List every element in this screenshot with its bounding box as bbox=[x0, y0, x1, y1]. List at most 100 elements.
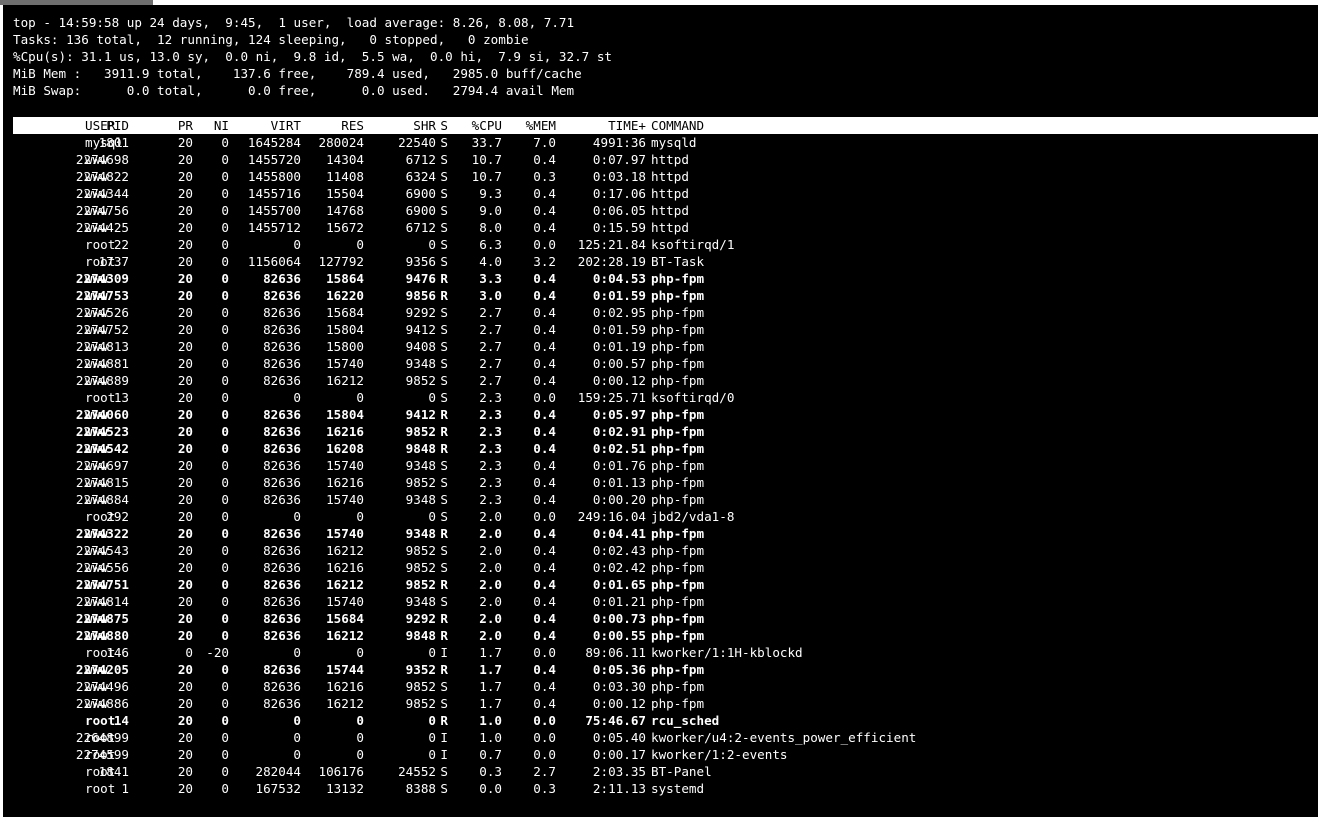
process-ni: 0 bbox=[221, 560, 229, 575]
process-shr: 24552 bbox=[398, 764, 436, 779]
process-time: 0:02.43 bbox=[592, 543, 646, 558]
process-virt: 1455720 bbox=[247, 152, 301, 167]
process-res: 0 bbox=[356, 509, 364, 524]
process-res: 16220 bbox=[326, 288, 364, 303]
process-res: 280024 bbox=[318, 135, 365, 150]
process-virt: 1455800 bbox=[247, 169, 301, 184]
process-shr: 0 bbox=[428, 713, 436, 728]
process-res: 0 bbox=[356, 237, 364, 252]
process-cpu: 2.7 bbox=[479, 322, 502, 337]
process-time: 0:05.97 bbox=[592, 407, 646, 422]
process-command: php-fpm bbox=[651, 407, 705, 422]
process-shr: 9348 bbox=[405, 526, 436, 541]
process-pr: 20 bbox=[177, 577, 193, 592]
process-mem: 0.0 bbox=[533, 713, 556, 728]
process-shr: 0 bbox=[428, 509, 436, 524]
process-pr: 20 bbox=[177, 288, 193, 303]
process-res: 13132 bbox=[326, 781, 364, 796]
process-state: S bbox=[440, 203, 448, 218]
process-pr: 20 bbox=[177, 458, 193, 473]
process-virt: 1645284 bbox=[247, 135, 301, 150]
process-res: 0 bbox=[356, 645, 364, 660]
process-virt: 82636 bbox=[263, 424, 301, 439]
process-command: php-fpm bbox=[651, 611, 705, 626]
process-ni: 0 bbox=[221, 322, 229, 337]
process-time: 0:00.12 bbox=[592, 373, 646, 388]
process-res: 16208 bbox=[326, 441, 364, 456]
process-state: S bbox=[440, 781, 448, 796]
process-state: S bbox=[440, 696, 448, 711]
process-cpu: 2.3 bbox=[479, 475, 502, 490]
process-command: httpd bbox=[651, 203, 689, 218]
memory-line: MiB Mem : 3911.9 total, 137.6 free, 789.… bbox=[13, 66, 582, 81]
process-time: 0:17.06 bbox=[592, 186, 646, 201]
process-ni: 0 bbox=[221, 186, 229, 201]
process-virt: 0 bbox=[293, 509, 301, 524]
process-time: 0:05.36 bbox=[592, 662, 646, 677]
process-cpu: 2.7 bbox=[479, 305, 502, 320]
process-state: S bbox=[440, 356, 448, 371]
process-pr: 20 bbox=[177, 713, 193, 728]
process-cpu: 2.3 bbox=[479, 407, 502, 422]
process-command: mysqld bbox=[651, 135, 697, 150]
process-virt: 282044 bbox=[255, 764, 302, 779]
process-res: 127792 bbox=[318, 254, 365, 269]
process-mem: 0.4 bbox=[533, 424, 556, 439]
process-mem: 0.4 bbox=[533, 407, 556, 422]
process-cpu: 3.0 bbox=[479, 288, 502, 303]
process-virt: 82636 bbox=[263, 526, 301, 541]
process-virt: 0 bbox=[293, 747, 301, 762]
terminal-window[interactable]: top - 14:59:58 up 24 days, 9:45, 1 user,… bbox=[3, 5, 1318, 817]
process-time: 0:00.55 bbox=[592, 628, 646, 643]
process-command: BT-Panel bbox=[651, 764, 712, 779]
process-pr: 20 bbox=[177, 781, 193, 796]
top-summary: top - 14:59:58 up 24 days, 9:45, 1 user,… bbox=[13, 14, 612, 99]
process-time: 0:04.41 bbox=[592, 526, 646, 541]
process-state: S bbox=[440, 458, 448, 473]
process-cpu: 6.3 bbox=[479, 237, 502, 252]
process-mem: 0.4 bbox=[533, 696, 556, 711]
process-res: 16216 bbox=[326, 424, 364, 439]
process-virt: 82636 bbox=[263, 407, 301, 422]
process-cpu: 2.0 bbox=[479, 560, 502, 575]
process-command: php-fpm bbox=[651, 628, 705, 643]
process-mem: 2.7 bbox=[533, 764, 556, 779]
process-state: R bbox=[440, 441, 448, 456]
process-time: 0:15.59 bbox=[592, 220, 646, 235]
process-virt: 0 bbox=[293, 390, 301, 405]
process-cpu: 2.0 bbox=[479, 577, 502, 592]
process-command: httpd bbox=[651, 152, 689, 167]
process-res: 0 bbox=[356, 730, 364, 745]
process-cpu: 1.7 bbox=[479, 696, 502, 711]
process-cpu: 9.3 bbox=[479, 186, 502, 201]
process-res: 16212 bbox=[326, 373, 364, 388]
process-command: kworker/1:1H-kblockd bbox=[651, 645, 803, 660]
process-virt: 1455716 bbox=[247, 186, 301, 201]
process-shr: 0 bbox=[428, 237, 436, 252]
process-command: php-fpm bbox=[651, 475, 705, 490]
process-ni: 0 bbox=[221, 339, 229, 354]
process-ni: 0 bbox=[221, 254, 229, 269]
column-time: TIME+ bbox=[608, 118, 646, 133]
process-res: 15740 bbox=[326, 594, 364, 609]
process-virt: 0 bbox=[293, 713, 301, 728]
column-command: COMMAND bbox=[651, 118, 705, 133]
process-mem: 0.4 bbox=[533, 577, 556, 592]
process-command: kworker/1:2-events bbox=[651, 747, 788, 762]
process-cpu: 33.7 bbox=[471, 135, 502, 150]
process-shr: 9852 bbox=[405, 696, 436, 711]
process-cpu: 2.7 bbox=[479, 339, 502, 354]
column-res: RES bbox=[341, 118, 364, 133]
process-command: php-fpm bbox=[651, 458, 705, 473]
process-state: S bbox=[440, 339, 448, 354]
process-virt: 167532 bbox=[255, 781, 302, 796]
process-time: 0:00.12 bbox=[592, 696, 646, 711]
process-mem: 0.4 bbox=[533, 288, 556, 303]
process-state: S bbox=[440, 373, 448, 388]
process-res: 15740 bbox=[326, 356, 364, 371]
process-command: httpd bbox=[651, 220, 689, 235]
process-shr: 22540 bbox=[398, 135, 436, 150]
process-cpu: 1.0 bbox=[479, 730, 502, 745]
process-cpu: 2.0 bbox=[479, 611, 502, 626]
process-res: 0 bbox=[356, 390, 364, 405]
